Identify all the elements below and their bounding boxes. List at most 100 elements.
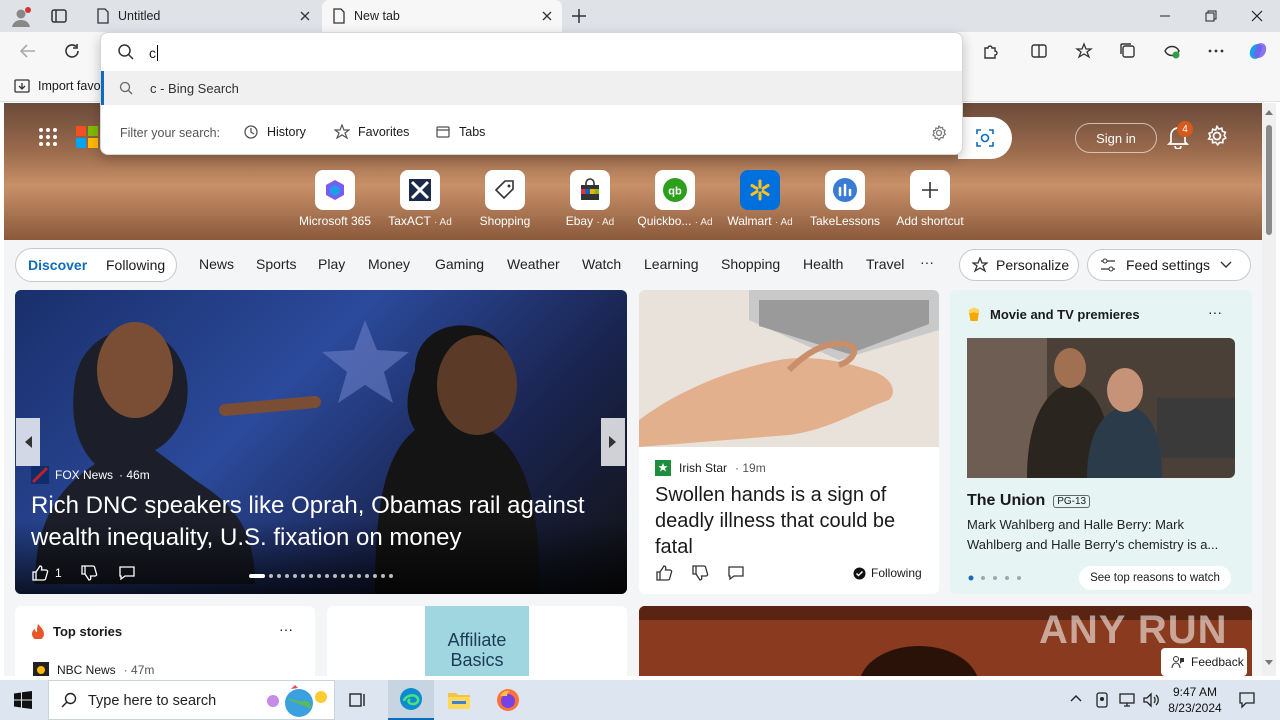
more-options-icon[interactable]: ··· (1208, 304, 1222, 320)
sparkle-star-icon (972, 257, 988, 273)
volume-icon[interactable] (1142, 691, 1160, 709)
taskbar-edge-app[interactable] (388, 680, 434, 720)
meet-now-icon[interactable] (1094, 691, 1110, 709)
rating-badge: PG-13 (1053, 494, 1091, 508)
back-button[interactable] (12, 35, 44, 67)
shortcut-taxact[interactable]: TaxACT · Ad (380, 170, 460, 228)
search-highlight-icon (261, 683, 331, 719)
tab-shopping[interactable]: Shopping (721, 256, 780, 272)
tab-news[interactable]: News (199, 256, 234, 272)
add-shortcut-button[interactable]: Add shortcut (890, 170, 970, 228)
tab-title: Untitled (118, 9, 161, 23)
movie-premieres-card[interactable]: Movie and TV premieres ··· The Union PG-… (950, 290, 1252, 594)
browser-essentials-icon[interactable] (1156, 35, 1188, 67)
dislike-icon[interactable] (691, 564, 709, 582)
close-icon[interactable] (300, 11, 310, 21)
tab-money[interactable]: Money (368, 256, 410, 272)
movie-title[interactable]: The Union (967, 492, 1045, 510)
file-explorer-icon[interactable] (447, 689, 471, 711)
check-circle-icon (853, 567, 866, 580)
tab-learning[interactable]: Learning (644, 256, 699, 272)
tab-new-tab[interactable]: New tab (322, 0, 562, 32)
more-options-icon[interactable]: ··· (279, 621, 293, 637)
windows-start-icon[interactable] (14, 691, 32, 709)
settings-gear-icon[interactable] (1206, 125, 1228, 147)
video-card[interactable]: ANY RUN Feedback (639, 606, 1252, 676)
tab-untitled[interactable]: Untitled (86, 0, 320, 32)
comment-icon[interactable] (118, 564, 136, 582)
address-input[interactable]: c (149, 43, 939, 63)
search-settings-gear-icon[interactable] (931, 125, 947, 141)
shortcut-quickbooks[interactable]: qb Quickbo... · Ad (635, 170, 715, 228)
news-card[interactable]: Irish Star · 19m Swollen hands is a sign… (639, 290, 939, 594)
favorites-icon[interactable] (1068, 35, 1100, 67)
feed-settings-button[interactable]: Feed settings (1087, 249, 1251, 281)
carousel-next-button[interactable] (601, 418, 625, 466)
like-icon[interactable] (655, 564, 673, 582)
firefox-icon[interactable] (496, 688, 520, 712)
scroll-up-arrow-icon[interactable] (1265, 109, 1273, 115)
hero-news-card[interactable]: FOX News · 46m Rich DNC speakers like Op… (15, 290, 627, 594)
extensions-icon[interactable] (975, 35, 1007, 67)
restore-button[interactable] (1188, 0, 1234, 32)
comment-icon[interactable] (727, 564, 745, 582)
filter-history-button[interactable]: History (243, 124, 306, 140)
minimize-button[interactable] (1142, 0, 1188, 32)
dislike-icon[interactable] (80, 564, 98, 582)
show-hidden-icons-chevron-icon[interactable] (1070, 694, 1082, 702)
tab-discover[interactable]: Discover (28, 257, 87, 273)
tab-following[interactable]: Following (106, 257, 165, 273)
taskbar-search-box[interactable]: Type here to search (48, 680, 335, 720)
scroll-down-arrow-icon[interactable] (1265, 660, 1273, 666)
task-view-icon[interactable] (348, 690, 368, 710)
app-launcher-icon[interactable] (38, 127, 58, 147)
import-favorites-button[interactable]: Import favo (14, 78, 101, 94)
more-tabs-button[interactable]: ··· (920, 254, 934, 270)
profile-icon[interactable] (10, 6, 32, 28)
personalize-button[interactable]: Personalize (959, 249, 1079, 281)
news-headline[interactable]: Swollen hands is a sign of deadly illnes… (655, 482, 927, 560)
tab-sports[interactable]: Sports (256, 256, 296, 272)
ad-card[interactable]: Affiliate Basics (327, 606, 627, 676)
sign-in-button[interactable]: Sign in (1075, 123, 1157, 153)
network-icon[interactable] (1118, 691, 1136, 709)
shortcut-walmart[interactable]: Walmart · Ad (720, 170, 800, 228)
text-cursor (157, 45, 158, 61)
clock[interactable]: 9:47 AM 8/23/2024 (1164, 684, 1226, 716)
suggestion-row[interactable]: c - Bing Search (101, 71, 962, 105)
close-window-button[interactable] (1234, 0, 1280, 32)
page-scrollbar[interactable] (1262, 103, 1276, 676)
tab-travel[interactable]: Travel (866, 256, 904, 272)
copilot-icon[interactable] (1242, 35, 1274, 67)
carousel-prev-button[interactable] (16, 418, 40, 466)
tab-health[interactable]: Health (803, 256, 843, 272)
tab-watch[interactable]: Watch (582, 256, 621, 272)
scrollbar-thumb[interactable] (1266, 125, 1272, 235)
notification-center-icon[interactable] (1238, 691, 1256, 709)
filter-tabs-button[interactable]: Tabs (435, 124, 485, 140)
feedback-button[interactable]: Feedback (1161, 648, 1247, 676)
source-name: NBC News (57, 663, 116, 676)
close-icon[interactable] (542, 11, 552, 21)
shortcut-microsoft-365[interactable]: Microsoft 365 (295, 170, 375, 228)
collections-icon[interactable] (1112, 35, 1144, 67)
new-tab-button[interactable] (570, 7, 588, 25)
tab-play[interactable]: Play (318, 256, 345, 272)
shortcut-takelessons[interactable]: TakeLessons (805, 170, 885, 228)
like-icon[interactable] (31, 564, 49, 582)
refresh-button[interactable] (56, 35, 88, 67)
windows-taskbar: Type here to search 9:47 AM 8/23/2024 (0, 680, 1280, 720)
tab-gaming[interactable]: Gaming (435, 256, 484, 272)
more-options-icon[interactable] (1200, 35, 1232, 67)
visual-search-button[interactable] (958, 117, 1012, 159)
following-status[interactable]: Following (853, 566, 922, 580)
split-screen-icon[interactable] (1023, 35, 1055, 67)
fox-news-logo-icon (31, 466, 49, 484)
tab-actions-icon[interactable] (50, 7, 68, 25)
shortcut-ebay[interactable]: Ebay · Ad (550, 170, 630, 228)
shortcut-shopping[interactable]: Shopping (465, 170, 545, 228)
see-reasons-button[interactable]: See top reasons to watch (1079, 566, 1231, 590)
tab-weather[interactable]: Weather (507, 256, 560, 272)
filter-favorites-button[interactable]: Favorites (334, 124, 409, 140)
hero-headline[interactable]: Rich DNC speakers like Oprah, Obamas rai… (31, 490, 611, 554)
